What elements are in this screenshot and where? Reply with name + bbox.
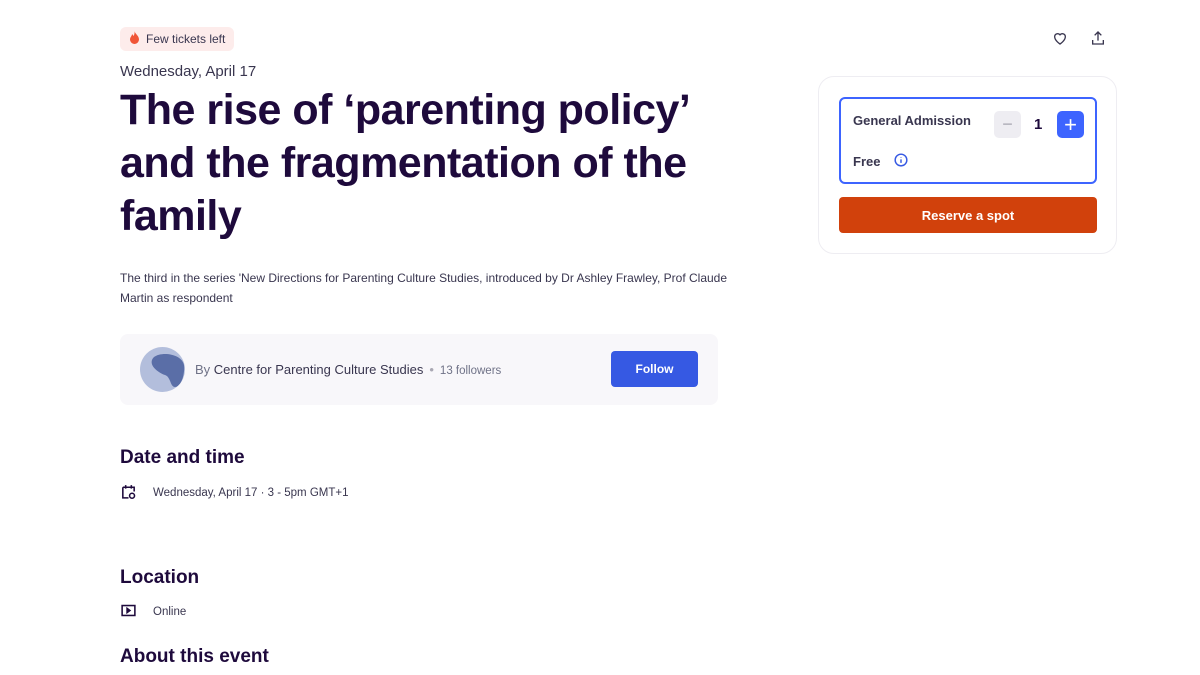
about-heading: About this event: [120, 646, 269, 667]
ticket-name: General Admission: [853, 113, 971, 128]
organizer-name[interactable]: Centre for Parenting Culture Studies: [214, 362, 424, 377]
heart-icon[interactable]: [1052, 30, 1068, 51]
online-video-icon: [120, 602, 137, 622]
share-icon[interactable]: [1090, 30, 1106, 51]
follow-button[interactable]: Follow: [611, 351, 698, 387]
ticket-option[interactable]: General Admission − 1 + Free: [839, 97, 1097, 184]
organizer-card: By Centre for Parenting Culture Studies •…: [120, 334, 718, 405]
ticket-panel: General Admission − 1 + Free Reserve a s…: [818, 76, 1117, 254]
calendar-icon: [120, 483, 137, 503]
ticket-price: Free: [853, 154, 881, 169]
badge-label: Few tickets left: [146, 32, 226, 46]
event-summary: The third in the series 'New Directions …: [120, 271, 728, 305]
avatar[interactable]: [140, 347, 185, 392]
date-time-value: Wednesday, April 17 · 3 - 5pm GMT+1: [153, 487, 349, 499]
fire-icon: [129, 31, 140, 47]
reserve-spot-button[interactable]: Reserve a spot: [839, 197, 1097, 233]
ticket-quantity: 1: [1034, 116, 1043, 133]
few-tickets-badge: Few tickets left: [120, 27, 235, 51]
increase-quantity-button[interactable]: +: [1057, 111, 1084, 138]
decrease-quantity-button[interactable]: −: [994, 111, 1021, 138]
info-icon[interactable]: [894, 153, 909, 170]
event-title: The rise of ‘parenting policy’ and the f…: [120, 86, 689, 240]
by-label: By: [195, 362, 211, 377]
location-value: Online: [153, 606, 187, 618]
location-heading: Location: [120, 567, 200, 588]
date-time-heading: Date and time: [120, 447, 245, 468]
followers-count: 13 followers: [439, 365, 502, 377]
event-date: Wednesday, April 17: [120, 63, 257, 80]
